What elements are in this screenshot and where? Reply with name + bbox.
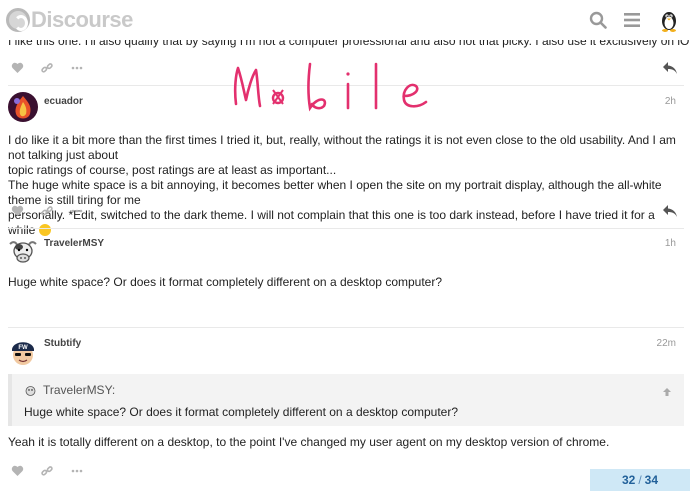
site-header: Discourse — [0, 0, 690, 40]
post-line: The huge white space is a bit annoying, … — [8, 178, 662, 207]
site-logo[interactable]: Discourse — [6, 7, 133, 32]
post-time[interactable]: 1h — [665, 238, 676, 249]
more-options-icon[interactable] — [70, 204, 84, 218]
hamburger-menu-icon[interactable] — [622, 10, 642, 30]
post-divider — [8, 228, 684, 229]
search-icon[interactable] — [588, 10, 608, 30]
avatar[interactable] — [8, 236, 38, 266]
post-body: I do like it a bit more than the first t… — [8, 133, 680, 238]
svg-text:FW: FW — [18, 345, 28, 351]
quote-author[interactable]: TravelerMSY: — [43, 383, 115, 397]
like-heart-icon[interactable] — [10, 464, 24, 478]
post-line: topic ratings of course, post ratings ar… — [8, 163, 337, 177]
topic-progress[interactable]: 32 / 34 — [590, 469, 690, 491]
post-username[interactable]: TravelerMSY — [44, 238, 104, 249]
avatar[interactable] — [8, 92, 38, 122]
link-icon[interactable] — [40, 204, 54, 218]
post-line-text: personally. *Edit, switched to the dark … — [8, 208, 655, 237]
post-username[interactable]: ecuador — [44, 96, 83, 107]
post-time[interactable]: 2h — [665, 96, 676, 107]
post-actions — [10, 464, 84, 478]
quote-text: Huge white space? Or does it format comp… — [24, 405, 459, 419]
post-body: Huge white space? Or does it format comp… — [8, 275, 443, 289]
discourse-logo-icon — [6, 8, 30, 32]
progress-total: 34 — [644, 473, 659, 487]
handwritten-mobile-annotation — [233, 62, 428, 112]
link-icon[interactable] — [40, 464, 54, 478]
progress-separator: / — [638, 473, 642, 487]
post-body: Yeah it is totally different on a deskto… — [8, 435, 610, 449]
quote-header: TravelerMSY: — [24, 383, 115, 397]
quote-block: TravelerMSY: Huge white space? Or does i… — [8, 374, 684, 426]
post-divider — [8, 327, 684, 328]
post-actions — [10, 61, 84, 75]
avatar[interactable]: FW — [8, 336, 38, 366]
reply-icon[interactable] — [662, 61, 678, 75]
logo-text: Discourse — [31, 7, 133, 32]
more-options-icon[interactable] — [70, 464, 84, 478]
more-options-icon[interactable] — [70, 61, 84, 75]
wink-emoji-icon — [38, 224, 51, 236]
progress-current: 32 — [621, 473, 636, 487]
like-heart-icon[interactable] — [10, 204, 24, 218]
reply-icon[interactable] — [662, 204, 678, 218]
user-avatar-icon[interactable] — [656, 7, 682, 33]
post-time[interactable]: 22m — [657, 338, 676, 349]
post-line: personally. *Edit, switched to the dark … — [8, 208, 680, 238]
post-actions — [10, 204, 84, 218]
post-line: I do like it a bit more than the first t… — [8, 133, 676, 162]
link-icon[interactable] — [40, 61, 54, 75]
post-username[interactable]: Stubtify — [44, 338, 81, 349]
post-divider — [8, 85, 684, 86]
quote-avatar — [24, 384, 37, 397]
like-heart-icon[interactable] — [10, 61, 24, 75]
arrow-up-icon[interactable] — [662, 384, 672, 396]
